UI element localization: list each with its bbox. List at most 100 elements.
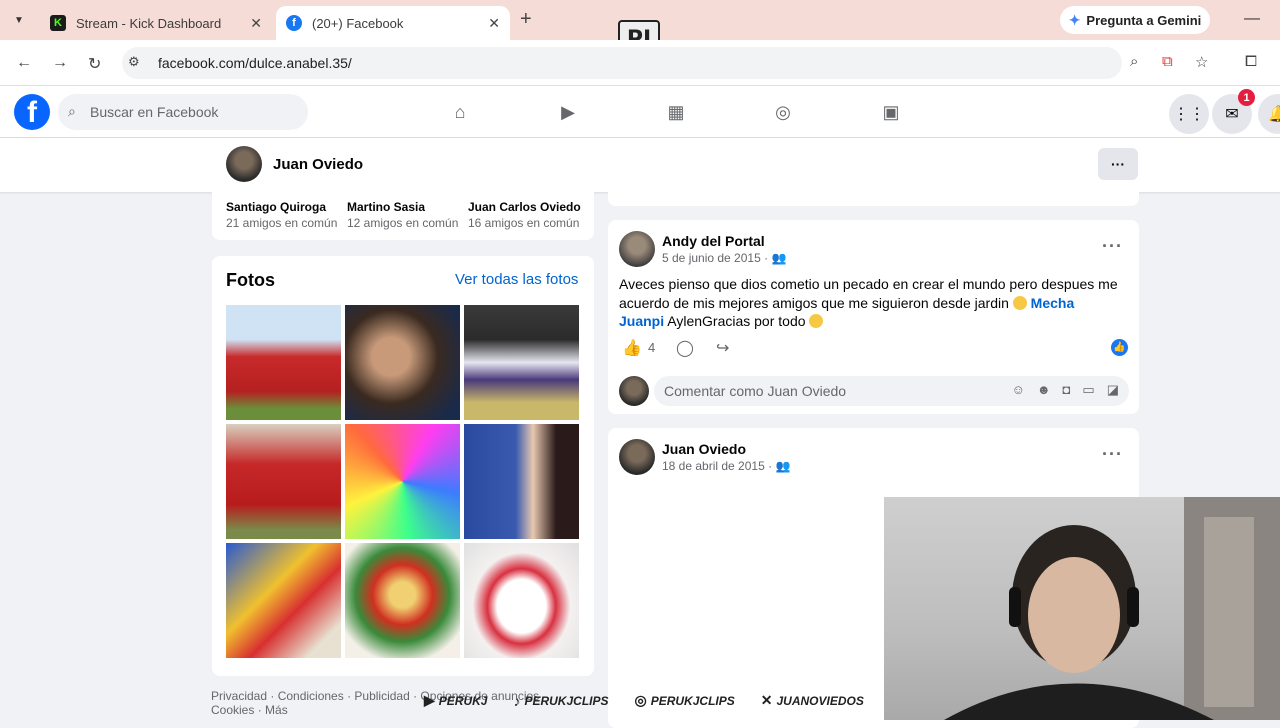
emoji-icon[interactable]: ☻ [1037,382,1051,398]
reload-icon[interactable]: ↻ [88,54,101,74]
marketplace-icon[interactable]: ▦ [664,100,688,124]
close-tab-icon[interactable]: ✕ [488,15,500,32]
social-handle: ▶ PERUKJ [424,692,487,709]
friend-name[interactable]: Juan Carlos Oviedo [468,200,581,214]
friend-name[interactable]: Santiago Quiroga [226,200,337,214]
menu-grid-icon[interactable]: ⋮⋮ [1169,94,1209,134]
friend-item[interactable]: Juan Carlos Oviedo 16 amigos en común [468,200,581,230]
commenter-avatar[interactable] [619,376,649,406]
like-reaction-icon[interactable]: 👍 [1111,339,1128,356]
post-author-avatar[interactable] [619,231,655,267]
post-author-name[interactable]: Andy del Portal [662,233,765,249]
handle-text: PERUKJCLIPS [650,693,735,708]
friend-item[interactable]: Santiago Quiroga 21 amigos en común [226,200,337,230]
friend-name[interactable]: Martino Sasia [347,200,458,214]
friend-item[interactable]: Martino Sasia 12 amigos en común [347,200,458,230]
photo-thumbnail[interactable] [226,543,341,658]
gif-icon[interactable]: ▭ [1082,382,1094,398]
mutual-friends: 12 amigos en común [347,216,459,230]
kick-favicon-icon: K [50,15,66,31]
profile-name[interactable]: Juan Oviedo [273,156,363,173]
notification-badge: 1 [1238,89,1255,106]
handle-text: JUANOVIEDOS [776,693,864,708]
post-date[interactable]: 18 de abril de 2015 · 👥 [662,459,790,473]
extensions-icon[interactable]: ⧠ [1245,53,1257,70]
streamer-webcam-overlay [884,497,1280,720]
bookmark-star-icon[interactable]: ☆ [1195,53,1208,71]
profile-avatar[interactable] [226,146,262,182]
sticker-icon[interactable]: ◪ [1107,382,1119,398]
home-icon[interactable]: ⌂ [448,100,472,124]
previous-post-bottom [608,192,1139,206]
comment-input[interactable] [664,376,974,406]
avatar-sticker-icon[interactable]: ☺ [1012,382,1025,398]
post-more-icon[interactable]: ··· [1102,444,1123,465]
gemini-sparkle-icon: ✦ [1068,11,1081,28]
handle-text: PERUKJCLIPS [524,693,609,708]
camera-icon[interactable]: ◘ [1063,382,1071,398]
wink-emoji-icon [809,314,824,328]
groups-icon[interactable]: ◎ [771,100,795,124]
like-thumb-icon[interactable]: 👍 [622,338,642,358]
photo-thumbnail[interactable] [345,305,460,420]
photo-thumbnail[interactable] [345,424,460,539]
tab-kick-dashboard[interactable]: K Stream - Kick Dashboard ✕ [40,6,272,40]
comment-bubble-icon[interactable]: ◯ [676,338,694,358]
x-icon: ✕ [760,692,773,708]
facebook-logo-icon[interactable]: f [14,94,50,130]
post-date[interactable]: 5 de junio de 2015 · 👥 [662,251,786,265]
stream-social-handles: ▶ PERUKJ ♪ PERUKJCLIPS ◎ PERUKJCLIPS ✕ JUANO… [424,692,864,709]
post-date-text[interactable]: 18 de abril de 2015 · [662,459,772,473]
forward-arrow-icon[interactable]: → [52,54,68,72]
social-handle: ✕ JUANOVIEDOS [761,692,864,709]
post-text: Aveces pienso que dios cometio un pecado… [619,275,1119,331]
post-author-avatar[interactable] [619,439,655,475]
url-text[interactable]: facebook.com/dulce.anabel.35/ [158,55,352,71]
see-all-photos-link[interactable]: Ver todas las fotos [455,271,578,288]
social-handle: ◎ PERUKJCLIPS [635,692,735,709]
close-tab-icon[interactable]: ✕ [250,15,262,32]
video-icon[interactable]: ▶ [556,100,580,124]
photo-thumbnail[interactable] [345,543,460,658]
instagram-icon: ◎ [634,692,647,708]
friends-audience-icon: 👥 [771,251,787,265]
social-handle: ♪ PERUKJCLIPS [513,692,608,709]
search-input[interactable] [90,94,300,130]
photo-thumbnail[interactable] [464,543,579,658]
post-date-text[interactable]: 5 de junio de 2015 · [662,251,768,265]
install-app-icon[interactable]: ⧉ [1162,53,1173,70]
webcam-figure-illustration [944,497,1280,720]
facebook-search[interactable]: ⌕ [58,94,308,130]
photo-thumbnail[interactable] [464,305,579,420]
smile-emoji-icon [1012,295,1027,310]
tab-search-chevron-icon[interactable]: ▼ [8,9,30,31]
search-icon: ⌕ [68,103,76,119]
profile-more-button[interactable]: ··· [1098,148,1138,180]
post-more-icon[interactable]: ··· [1102,236,1123,257]
photo-thumbnail[interactable] [464,424,579,539]
comment-box[interactable]: ☺ ☻ ◘ ▭ ◪ [654,376,1129,406]
gemini-label: Pregunta a Gemini [1086,12,1202,28]
gemini-button[interactable]: ✦ Pregunta a Gemini [1060,6,1210,34]
mutual-friends: 21 amigos en común [226,216,338,230]
facebook-favicon-icon: f [286,15,302,31]
tiktok-icon: ♪ [513,692,521,709]
back-arrow-icon[interactable]: ← [16,54,32,72]
gaming-icon[interactable]: ▣ [879,100,903,124]
new-tab-icon[interactable]: + [520,8,532,31]
photos-title[interactable]: Fotos [226,270,275,291]
like-count[interactable]: 4 [648,340,655,355]
photo-thumbnail[interactable] [226,424,341,539]
site-info-icon[interactable]: ⚙ [128,54,140,70]
tab-title: Stream - Kick Dashboard [76,15,222,31]
zoom-icon[interactable]: ⌕ [1130,53,1138,70]
share-icon[interactable]: ↪ [716,338,729,358]
tab-title: (20+) Facebook [312,15,404,31]
photo-thumbnail[interactable] [226,305,341,420]
profile-sticky-header [0,138,1280,192]
minimize-window-icon[interactable]: — [1244,10,1260,28]
handle-text: PERUKJ [438,693,488,708]
post-author-name[interactable]: Juan Oviedo [662,441,746,457]
post-text-body: AylenGracias por todo [667,313,810,329]
tab-facebook[interactable]: f (20+) Facebook ✕ [276,6,510,40]
